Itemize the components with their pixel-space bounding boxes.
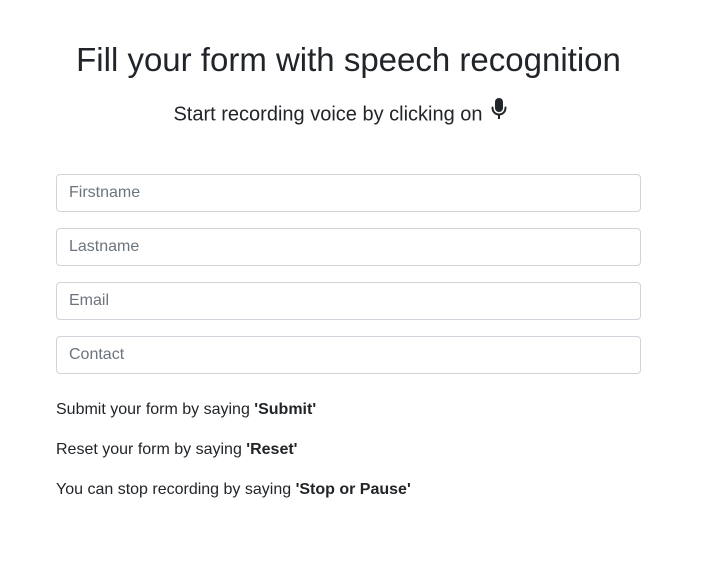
lastname-field[interactable] [56,228,641,266]
stop-hint-text: You can stop recording by saying [56,481,296,498]
microphone-icon[interactable] [491,98,507,128]
submit-hint: Submit your form by saying 'Submit' [56,398,316,422]
email-field[interactable] [56,282,641,320]
reset-hint: Reset your form by saying 'Reset' [56,438,297,462]
page-title: Fill your form with speech recognition [76,41,621,78]
page-subtitle: Start recording voice by clicking on [0,98,680,130]
stop-command: 'Stop or Pause' [295,481,411,498]
submit-command: 'Submit' [254,401,317,418]
stop-hint: You can stop recording by saying 'Stop o… [56,478,411,502]
firstname-field[interactable] [56,174,641,212]
contact-field[interactable] [56,336,641,374]
subtitle-text: Start recording voice by clicking on [173,103,483,126]
reset-command: 'Reset' [246,441,298,458]
reset-hint-text: Reset your form by saying [56,441,247,458]
submit-hint-text: Submit your form by saying [56,401,255,418]
